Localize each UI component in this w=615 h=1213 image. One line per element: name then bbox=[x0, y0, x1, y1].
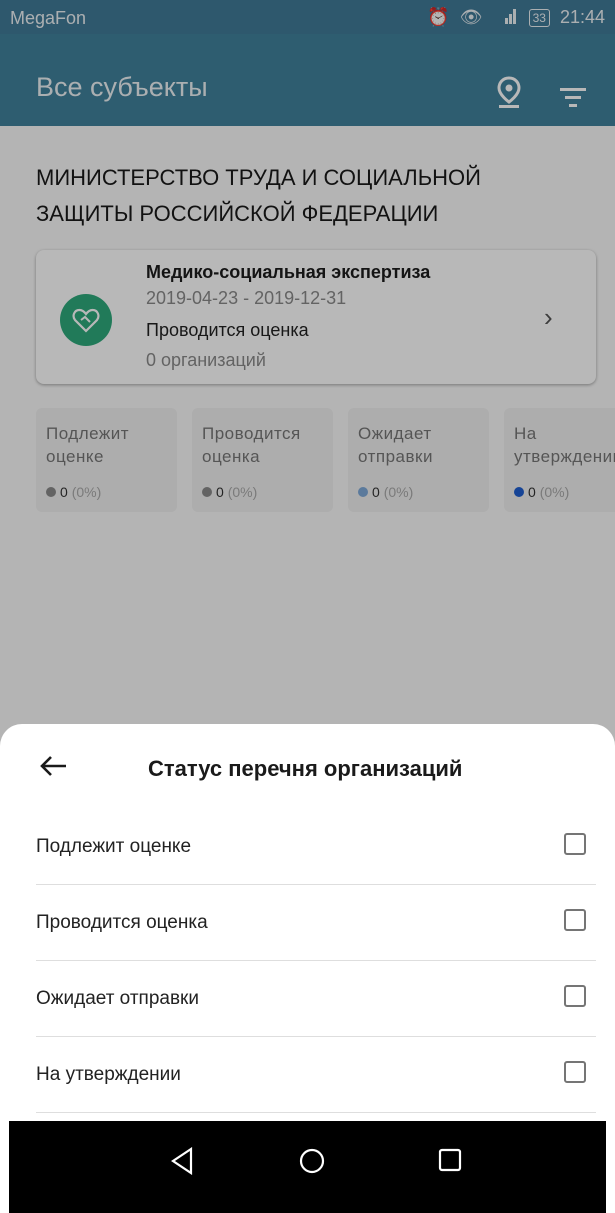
sheet-title: Статус перечня организаций bbox=[148, 756, 463, 781]
option-label: Подлежит оценке bbox=[36, 836, 192, 857]
status-option[interactable]: Проводится оценка bbox=[36, 884, 596, 961]
option-label: Проводится оценка bbox=[36, 912, 208, 933]
navigation-bar bbox=[9, 1121, 606, 1213]
back-triangle-icon[interactable] bbox=[169, 1146, 195, 1180]
option-checkbox[interactable] bbox=[564, 909, 586, 931]
option-checkbox[interactable] bbox=[564, 1061, 586, 1083]
option-checkbox[interactable] bbox=[564, 833, 586, 855]
home-circle-icon[interactable] bbox=[298, 1147, 326, 1180]
option-label: Ожидает отправки bbox=[36, 988, 199, 1009]
status-option[interactable]: Подлежит оценке bbox=[36, 808, 596, 885]
recents-square-icon[interactable] bbox=[437, 1147, 463, 1178]
back-arrow-icon[interactable] bbox=[38, 754, 68, 778]
option-checkbox[interactable] bbox=[564, 985, 586, 1007]
status-option[interactable]: На утверждении bbox=[36, 1036, 596, 1113]
status-option[interactable]: Ожидает отправки bbox=[36, 960, 596, 1037]
option-label: На утверждении bbox=[36, 1064, 181, 1085]
